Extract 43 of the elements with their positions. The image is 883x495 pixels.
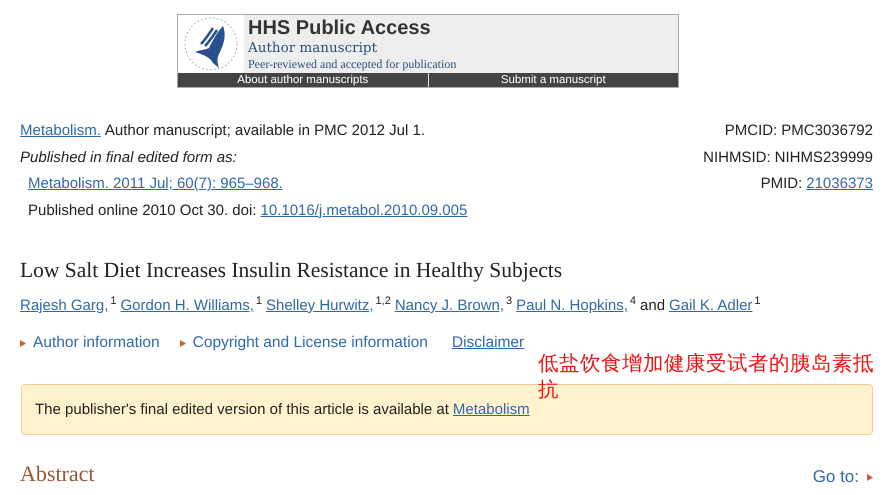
triangle-icon <box>20 340 26 346</box>
id-value: NIHMS239999 <box>774 148 873 168</box>
notice-text: The publisher's final edited version of this article is available at <box>35 401 449 418</box>
eagle-logo-icon <box>183 16 239 72</box>
banner-title: HHS Public Access <box>248 17 432 39</box>
published-label: Published in final edited form as: <box>20 148 237 168</box>
author-link[interactable]: Rajesh Garg, <box>20 297 108 314</box>
nav-link[interactable]: Submit a manuscript <box>428 73 678 87</box>
citation-link[interactable]: Metabolism. 2011 Jul; 60(7): 965–968. <box>28 171 283 198</box>
section-title: Abstract <box>20 461 95 487</box>
affiliation-mark: 3 <box>506 295 512 307</box>
id-value: PMC3036792 <box>781 121 873 141</box>
author-link[interactable]: Nancy J. Brown, <box>394 297 504 314</box>
nav-link[interactable]: About author manuscripts <box>178 73 428 87</box>
banner-tagline: Peer-reviewed and accepted for publication <box>248 57 456 71</box>
publisher-link[interactable]: Metabolism <box>452 401 530 418</box>
journal-link[interactable]: Metabolism. <box>20 118 101 144</box>
conjunction-text: and <box>640 297 666 314</box>
id-label: NIHMSID: <box>703 148 771 168</box>
disclaimer-link[interactable]: Disclaimer <box>452 334 524 352</box>
author-link[interactable]: Paul N. Hopkins, <box>516 297 628 314</box>
affiliation-mark: 1 <box>754 295 761 307</box>
id-label: PMID: <box>760 174 802 194</box>
availability-text: Author manuscript; available in PMC 2012 Jul 1. <box>104 121 426 141</box>
author-link[interactable]: Gail K. Adler <box>669 297 752 314</box>
expander-link[interactable]: Author information <box>20 334 160 352</box>
go-to-link[interactable]: Go to: <box>812 467 873 487</box>
author-link[interactable]: Shelley Hurwitz, <box>266 297 374 314</box>
id-link[interactable]: 21036373 <box>806 171 873 198</box>
author-link[interactable]: Gordon H. Williams, <box>120 297 254 314</box>
id-label: PMCID: <box>724 121 778 141</box>
affiliation-mark: 4 <box>630 295 636 307</box>
affiliation-mark: 1 <box>256 295 262 307</box>
doi-link[interactable]: 10.1016/j.metabol.2010.09.005 <box>260 198 468 224</box>
triangle-icon <box>867 474 873 480</box>
expander-link[interactable]: Copyright and License information <box>180 334 428 352</box>
article-title: Low Salt Diet Increases Insulin Resistance in Healthy Subjects <box>20 257 564 284</box>
affiliation-mark: 1 <box>110 295 116 307</box>
banner-subtitle: Author manuscript <box>248 39 378 57</box>
annotation-text: 低盐饮食增加健康受试者的胰岛素抵抗 <box>538 350 875 402</box>
triangle-icon <box>180 340 186 346</box>
affiliation-mark: 1,2 <box>376 295 391 307</box>
online-text: Published online 2010 Oct 30. doi: <box>28 200 256 220</box>
